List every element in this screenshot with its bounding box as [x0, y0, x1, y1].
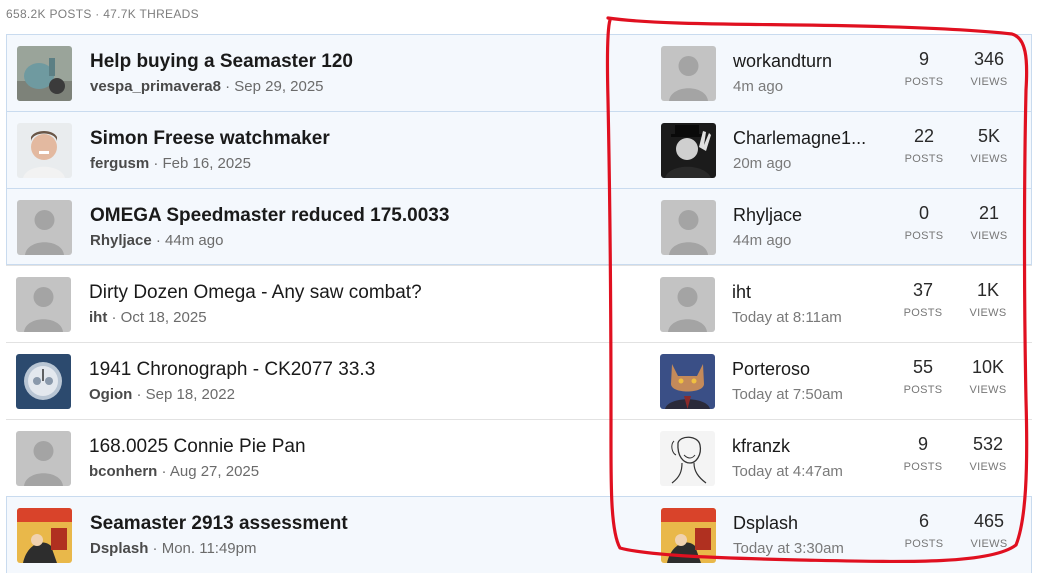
thread-date: · Sep 18, 2022	[136, 386, 235, 403]
thread-date: · Oct 18, 2025	[111, 309, 207, 326]
views-count: 5K VIEWS	[970, 126, 1008, 165]
last-poster-name[interactable]: Porteroso	[732, 359, 810, 380]
thread-author[interactable]: fergusm	[90, 155, 149, 172]
thread-author[interactable]: vespa_primavera8	[90, 78, 221, 95]
last-post-time[interactable]: 44m ago	[733, 232, 791, 249]
thread-row[interactable]: Simon Freese watchmaker fergusm · Feb 16…	[6, 111, 1032, 188]
thread-date: · Feb 16, 2025	[153, 155, 251, 172]
last-poster-avatar[interactable]	[660, 354, 715, 409]
thread-author[interactable]: iht	[89, 309, 107, 326]
avatar[interactable]	[17, 123, 72, 178]
default-avatar-icon	[660, 277, 715, 332]
bw-victory-photo-icon	[661, 123, 716, 178]
default-avatar-icon	[16, 431, 71, 486]
default-avatar-icon	[661, 46, 716, 101]
avatar[interactable]	[17, 200, 72, 255]
last-post-time[interactable]: Today at 4:47am	[732, 463, 843, 480]
posts-count: 9 POSTS	[904, 49, 944, 88]
thread-row[interactable]: 168.0025 Connie Pie Pan bconhern · Aug 2…	[6, 419, 1032, 496]
avatar[interactable]	[16, 354, 71, 409]
thread-date: · Mon. 11:49pm	[152, 540, 257, 557]
posts-count: 22 POSTS	[904, 126, 944, 165]
avatar[interactable]	[17, 508, 72, 563]
last-poster-avatar[interactable]	[660, 431, 715, 486]
thread-meta: bconhern · Aug 27, 2025	[89, 463, 259, 480]
last-poster-avatar[interactable]	[660, 277, 715, 332]
thread-list: Help buying a Seamaster 120 vespa_primav…	[6, 34, 1032, 573]
portrait-photo-icon	[17, 123, 72, 178]
default-avatar-icon	[661, 200, 716, 255]
watch-photo-icon	[16, 354, 71, 409]
thread-title[interactable]: 1941 Chronograph - CK2077 33.3	[89, 359, 375, 381]
last-post-time[interactable]: Today at 8:11am	[732, 309, 842, 326]
posts-count: 55 POSTS	[903, 357, 943, 396]
last-poster-name[interactable]: Charlemagne1...	[733, 128, 866, 149]
avatar[interactable]	[17, 46, 72, 101]
thread-row[interactable]: 1941 Chronograph - CK2077 33.3 Ogion · S…	[6, 342, 1032, 419]
views-count: 1K VIEWS	[969, 280, 1007, 319]
comic-image-icon	[17, 508, 72, 563]
last-poster-name[interactable]: Rhyljace	[733, 205, 802, 226]
default-avatar-icon	[16, 277, 71, 332]
last-poster-name[interactable]: Dsplash	[733, 513, 798, 534]
last-poster-avatar[interactable]	[661, 123, 716, 178]
thread-date: · Aug 27, 2025	[161, 463, 260, 480]
thread-meta: fergusm · Feb 16, 2025	[90, 155, 251, 172]
thread-title[interactable]: Seamaster 2913 assessment	[90, 513, 348, 535]
thread-meta: Dsplash · Mon. 11:49pm	[90, 540, 256, 557]
thread-meta: vespa_primavera8 · Sep 29, 2025	[90, 78, 324, 95]
scooter-photo-icon	[17, 46, 72, 101]
thread-title[interactable]: Dirty Dozen Omega - Any saw combat?	[89, 282, 422, 304]
views-count: 346 VIEWS	[970, 49, 1008, 88]
thread-meta: Ogion · Sep 18, 2022	[89, 386, 235, 403]
views-count: 21 VIEWS	[970, 203, 1008, 242]
last-post-time[interactable]: Today at 7:50am	[732, 386, 843, 403]
last-poster-avatar[interactable]	[661, 46, 716, 101]
thread-author[interactable]: Dsplash	[90, 540, 148, 557]
avatar[interactable]	[16, 431, 71, 486]
thread-author[interactable]: bconhern	[89, 463, 157, 480]
last-post-time[interactable]: Today at 3:30am	[733, 540, 844, 557]
avatar[interactable]	[16, 277, 71, 332]
thread-title[interactable]: Simon Freese watchmaker	[90, 128, 330, 150]
last-post-time[interactable]: 20m ago	[733, 155, 791, 172]
last-poster-avatar[interactable]	[661, 200, 716, 255]
thread-row[interactable]: Help buying a Seamaster 120 vespa_primav…	[6, 34, 1032, 111]
thread-title[interactable]: Help buying a Seamaster 120	[90, 51, 353, 73]
thread-title[interactable]: OMEGA Speedmaster reduced 175.0033	[90, 205, 449, 227]
posts-count: 6 POSTS	[904, 511, 944, 550]
last-post-time[interactable]: 4m ago	[733, 78, 783, 95]
cat-suit-image-icon	[660, 354, 715, 409]
thread-row[interactable]: Seamaster 2913 assessment Dsplash · Mon.…	[6, 496, 1032, 573]
sketch-portrait-icon	[660, 431, 715, 486]
posts-count: 0 POSTS	[904, 203, 944, 242]
views-count: 465 VIEWS	[970, 511, 1008, 550]
posts-count: 9 POSTS	[903, 434, 943, 473]
thread-date: · 44m ago	[155, 232, 224, 249]
thread-meta: Rhyljace · 44m ago	[90, 232, 223, 249]
last-poster-name[interactable]: kfranzk	[732, 436, 790, 457]
thread-title[interactable]: 168.0025 Connie Pie Pan	[89, 436, 306, 458]
thread-meta: iht · Oct 18, 2025	[89, 309, 207, 326]
views-count: 532 VIEWS	[969, 434, 1007, 473]
thread-date: · Sep 29, 2025	[225, 78, 324, 95]
thread-author[interactable]: Ogion	[89, 386, 132, 403]
last-poster-name[interactable]: workandturn	[733, 51, 832, 72]
last-poster-avatar[interactable]	[661, 508, 716, 563]
last-poster-name[interactable]: iht	[732, 282, 751, 303]
comic-image-icon	[661, 508, 716, 563]
default-avatar-icon	[17, 200, 72, 255]
forum-stats: 658.2K POSTS · 47.7K THREADS	[6, 7, 199, 21]
posts-count: 37 POSTS	[903, 280, 943, 319]
views-count: 10K VIEWS	[969, 357, 1007, 396]
thread-row[interactable]: OMEGA Speedmaster reduced 175.0033 Rhylj…	[6, 188, 1032, 265]
thread-author[interactable]: Rhyljace	[90, 232, 152, 249]
thread-row[interactable]: Dirty Dozen Omega - Any saw combat? iht …	[6, 265, 1032, 342]
